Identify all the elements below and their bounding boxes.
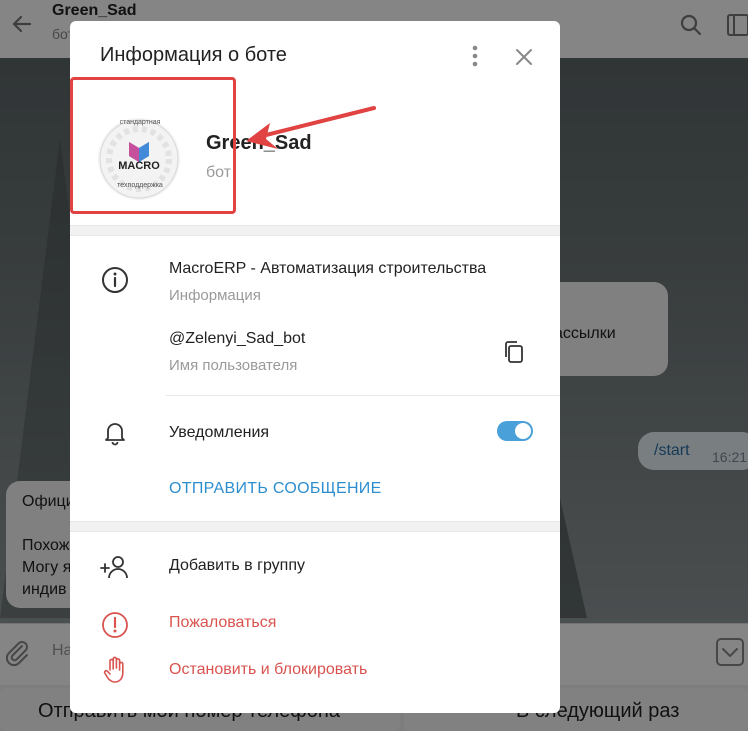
close-icon[interactable] xyxy=(512,45,536,69)
row-divider xyxy=(166,395,560,396)
section-divider xyxy=(70,225,560,236)
copy-icon[interactable] xyxy=(502,339,526,365)
bot-username[interactable]: @Zelenyi_Sad_bot xyxy=(169,330,305,348)
send-message-button[interactable]: ОТПРАВИТЬ СООБЩЕНИЕ xyxy=(169,480,382,498)
block-hand-icon xyxy=(103,656,124,683)
more-options-icon[interactable] xyxy=(466,43,484,69)
notifications-toggle[interactable] xyxy=(497,421,533,441)
add-user-icon xyxy=(100,556,128,579)
bot-info-dialog: Информация о боте стандартная MACRO техп… xyxy=(70,21,560,713)
bell-icon xyxy=(105,423,125,446)
report-button[interactable]: Пожаловаться xyxy=(169,614,276,632)
dialog-title: Информация о боте xyxy=(100,44,287,66)
add-to-group-button[interactable]: Добавить в группу xyxy=(169,557,305,575)
bot-username-label: Имя пользователя xyxy=(169,357,298,374)
bot-description-label: Информация xyxy=(169,287,261,304)
stop-and-block-button[interactable]: Остановить и блокировать xyxy=(169,661,367,679)
notifications-label: Уведомления xyxy=(169,424,270,441)
bot-description: MacroERP - Автоматизация строительства xyxy=(169,260,487,277)
annotation-highlight-box xyxy=(70,77,236,214)
section-divider xyxy=(70,521,560,532)
info-icon xyxy=(102,267,128,293)
report-icon xyxy=(102,612,128,638)
